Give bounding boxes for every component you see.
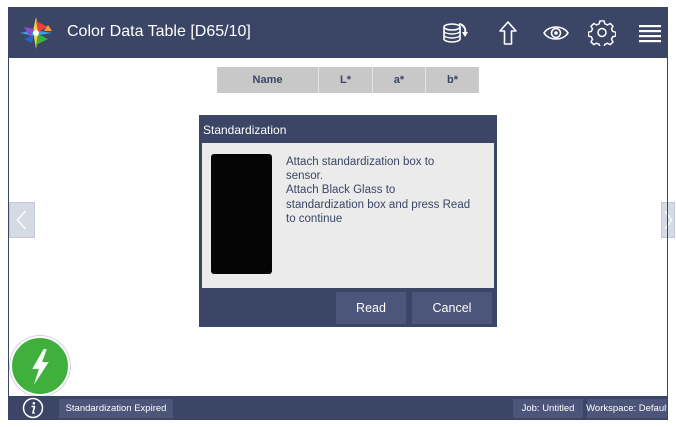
chevron-right-icon [664, 211, 673, 229]
dialog-title: Standardization [203, 123, 287, 137]
column-header-l[interactable]: L* [319, 67, 373, 93]
dialog-message-line: Attach standardization box to [286, 156, 435, 168]
upload-arrow-icon[interactable] [494, 20, 522, 46]
gear-icon[interactable] [588, 20, 616, 46]
black-glass-image [211, 154, 272, 274]
status-bar: Standardization Expired Job: Untitled Wo… [8, 396, 669, 420]
next-page-button[interactable] [661, 202, 675, 238]
dialog-message-line: standardization box and press Read [286, 198, 471, 211]
lightning-icon [32, 348, 49, 384]
column-header-name[interactable]: Name [217, 67, 319, 93]
dialog-message-line: to continue [286, 212, 343, 225]
app-window: Color Data Table [D65/10] Name L* a* b* … [0, 0, 676, 427]
dialog-message-line: Attach Black Glass to [286, 184, 396, 197]
cancel-button[interactable]: Cancel [412, 292, 492, 324]
previous-page-button[interactable] [9, 202, 35, 238]
standardization-dialog: Standardization Attach standardization b… [199, 115, 497, 327]
column-header-b[interactable]: b* [426, 67, 479, 93]
dialog-message: Attach standardization box to sensor. At… [286, 155, 486, 226]
dialog-message-line: sensor. [286, 170, 324, 183]
read-button[interactable]: Read [336, 292, 406, 324]
app-logo-icon [18, 15, 54, 51]
dialog-body: Attach standardization box to sensor. At… [202, 143, 494, 288]
page-title: Color Data Table [D65/10] [67, 23, 251, 40]
hamburger-menu-icon[interactable] [637, 20, 663, 46]
standardization-status[interactable]: Standardization Expired [59, 399, 173, 418]
info-icon[interactable] [22, 397, 44, 419]
database-sync-icon[interactable] [441, 20, 469, 46]
chevron-left-icon [16, 210, 27, 230]
top-bar: Color Data Table [D65/10] [8, 7, 668, 58]
measure-button[interactable] [10, 336, 70, 396]
eye-icon[interactable] [542, 20, 570, 46]
column-header-a[interactable]: a* [373, 67, 426, 93]
job-status[interactable]: Job: Untitled [513, 399, 583, 418]
color-data-table-header: Name L* a* b* [217, 67, 479, 93]
workspace-status[interactable]: Workspace: Default [586, 399, 669, 418]
